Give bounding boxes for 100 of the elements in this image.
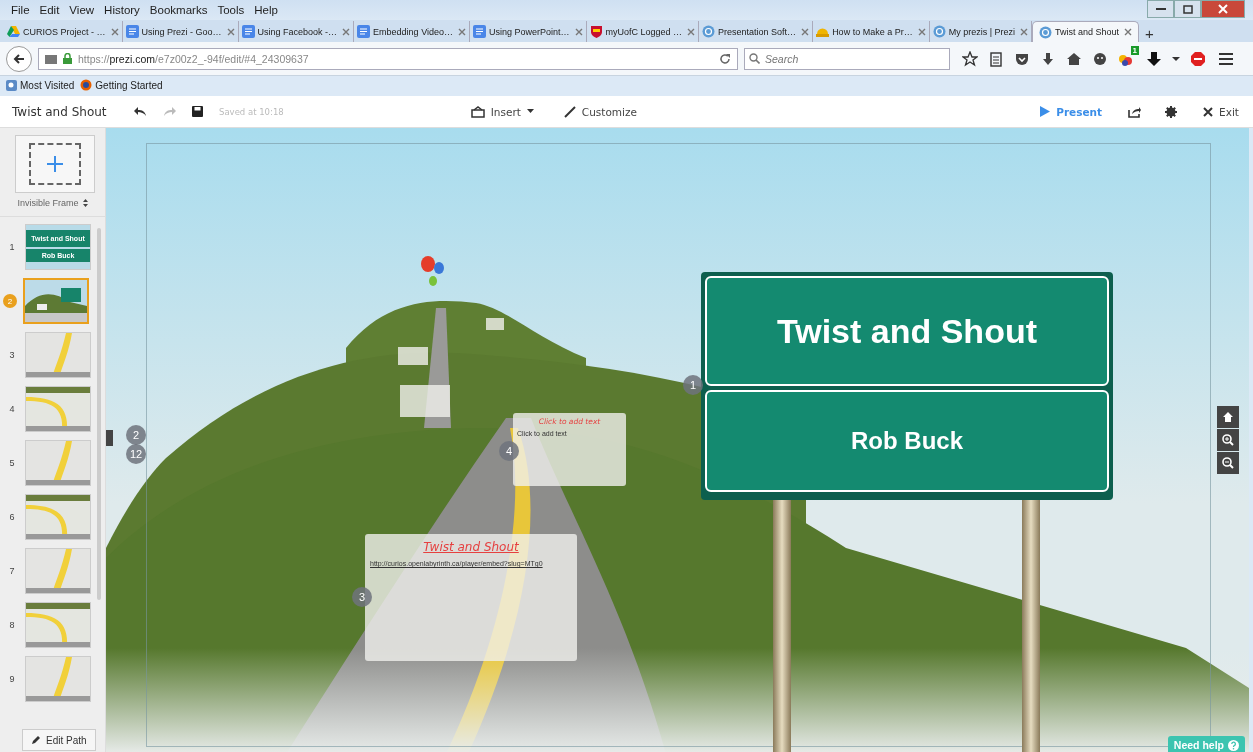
slide-thumbnail[interactable] <box>25 332 91 378</box>
browser-tab[interactable]: Twist and Shout <box>1032 21 1140 42</box>
tab-title: Using Facebook -… <box>257 26 339 37</box>
menu-item[interactable]: Tools <box>212 4 250 16</box>
exit-button[interactable]: Exit <box>1201 103 1241 120</box>
scrollbar[interactable] <box>97 228 101 600</box>
thumbnail-image <box>26 657 90 701</box>
insert-icon <box>470 105 485 118</box>
thumbnail-image <box>26 387 90 431</box>
close-icon[interactable] <box>801 27 810 36</box>
frame-heading: Twist and Shout <box>422 540 520 554</box>
menu-item[interactable]: Edit <box>34 4 65 16</box>
insert-button[interactable]: Insert <box>468 103 536 120</box>
slide-thumbnail[interactable] <box>25 656 91 702</box>
zoom-out-button[interactable] <box>1217 452 1239 474</box>
slide-thumbnail[interactable] <box>25 494 91 540</box>
bookmark-link[interactable]: Getting Started <box>95 79 163 91</box>
menu-icon[interactable] <box>1218 51 1234 66</box>
search-field[interactable]: Search <box>744 47 950 70</box>
plus-icon <box>47 156 63 172</box>
slide-thumbnail[interactable] <box>25 548 91 594</box>
tab-title: Embedding Video… <box>373 26 454 37</box>
slide-thumbnail[interactable] <box>23 278 89 324</box>
undo-icon[interactable] <box>134 106 147 117</box>
bookmark-link[interactable]: Most Visited <box>20 79 75 91</box>
minimize-icon <box>1155 7 1166 11</box>
document-icon <box>241 25 255 38</box>
zoom-in-button[interactable] <box>1217 429 1239 451</box>
close-icon[interactable] <box>458 27 466 36</box>
menu-item[interactable]: Bookmarks <box>144 4 213 16</box>
thumbnail-image <box>26 549 90 593</box>
maximize-icon <box>1182 4 1193 14</box>
home-icon[interactable] <box>1066 50 1082 67</box>
close-icon[interactable] <box>1124 28 1133 36</box>
maximize-button[interactable] <box>1174 0 1201 18</box>
tab-title: Using PowerPoint… <box>489 26 571 37</box>
up-down-caret-icon[interactable] <box>82 199 88 207</box>
slide-number: 1 <box>8 242 16 252</box>
chat-icon[interactable] <box>1092 50 1108 67</box>
menu-item[interactable]: Help <box>249 4 283 16</box>
close-icon[interactable] <box>687 27 696 36</box>
slide-number: 3 <box>8 350 16 360</box>
menu-item[interactable]: File <box>6 4 35 16</box>
star-icon[interactable] <box>962 50 978 67</box>
new-tab-button[interactable]: + <box>1139 25 1160 42</box>
slide-thumbnail[interactable] <box>25 386 91 432</box>
home-button[interactable] <box>1217 406 1239 428</box>
close-icon[interactable] <box>574 27 583 36</box>
globe-icon <box>80 79 93 91</box>
close-button[interactable] <box>1201 0 1245 18</box>
tab-title: Using Prezi - Goo… <box>141 26 223 37</box>
tab-title: myUofC Logged … <box>605 26 684 37</box>
back-button[interactable] <box>6 45 32 72</box>
close-icon <box>1203 106 1214 117</box>
thumbnail-image <box>26 333 90 377</box>
reading-list-icon[interactable] <box>988 50 1004 67</box>
close-icon[interactable] <box>342 27 351 36</box>
brush-icon <box>563 105 576 118</box>
close-icon[interactable] <box>110 27 119 36</box>
slide-number: 5 <box>8 458 16 468</box>
download-icon[interactable] <box>1146 50 1162 67</box>
settings-icon[interactable] <box>1165 105 1178 118</box>
road-sign[interactable]: Twist and Shout Rob Buck <box>701 272 1113 500</box>
globe-icon <box>1039 25 1052 39</box>
document-icon <box>473 25 486 38</box>
presentation-title: Twist and Shout <box>12 104 108 119</box>
thumbnail-image <box>26 441 90 485</box>
zoom-out-icon <box>1222 457 1234 469</box>
reload-icon[interactable] <box>719 52 731 65</box>
minimize-button[interactable] <box>1147 0 1174 18</box>
menu-item[interactable]: View <box>64 4 100 16</box>
close-icon[interactable] <box>917 27 926 36</box>
slide-number: 9 <box>8 674 16 684</box>
share-icon[interactable] <box>1128 105 1142 118</box>
download-icon[interactable] <box>1040 50 1056 67</box>
tab-title: Presentation Soft… <box>718 26 798 37</box>
drive-icon <box>7 25 20 38</box>
caret-icon[interactable] <box>1172 55 1180 62</box>
adblock-icon[interactable] <box>1190 50 1208 67</box>
menu-item[interactable]: History <box>99 4 145 16</box>
globe-icon <box>932 25 946 38</box>
notification-badge: 1 <box>1130 45 1139 55</box>
slide-number: 6 <box>8 512 16 522</box>
add-frame-button[interactable] <box>15 135 95 193</box>
save-icon[interactable] <box>192 106 203 117</box>
slide-number: 4 <box>8 404 16 414</box>
frame-type-selector[interactable]: Invisible Frame <box>17 198 79 208</box>
folder-icon <box>45 53 57 64</box>
address-field[interactable]: https://prezi.com/e7z00z2_-94f/edit/#4_24309637 <box>38 47 738 70</box>
slide-thumbnail[interactable] <box>25 602 91 648</box>
customize-button[interactable]: Customize <box>561 103 639 120</box>
close-icon[interactable] <box>1020 27 1028 36</box>
save-status: Saved at 10:18 <box>219 106 284 117</box>
document-icon <box>125 25 139 38</box>
edit-path-button[interactable]: Edit Path <box>22 729 96 751</box>
bookmark-folder-icon <box>6 79 17 91</box>
slide-thumbnail[interactable] <box>25 440 91 486</box>
close-icon[interactable] <box>226 27 235 36</box>
sign-subtitle: Rob Buck <box>705 390 1109 492</box>
panel-toggle-handle[interactable] <box>106 430 113 446</box>
